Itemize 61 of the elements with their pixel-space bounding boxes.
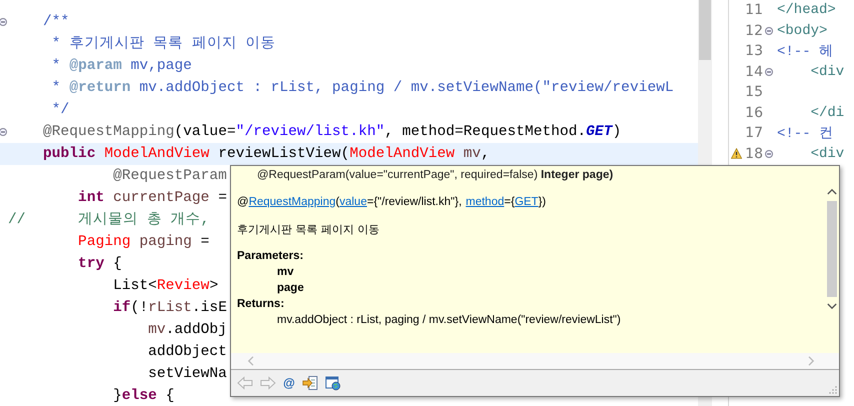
code-line: if(!rList.isE xyxy=(112,299,227,318)
code-line: <!-- 컨 xyxy=(776,125,834,142)
line-number: 16 xyxy=(744,104,763,121)
description-text: 후기게시판 목록 페이지 이동 xyxy=(237,222,380,238)
line-number: 18 xyxy=(744,146,763,162)
line-number: 11 xyxy=(744,2,763,18)
code-line: addObject xyxy=(147,343,227,362)
scrollbar-thumb[interactable] xyxy=(699,0,711,60)
scroll-down-icon[interactable] xyxy=(827,303,837,310)
section-heading: Returns: xyxy=(237,297,286,312)
code-line: <div xyxy=(810,64,844,80)
fold-icon[interactable] xyxy=(0,128,7,136)
link[interactable]: RequestMapping xyxy=(248,196,336,208)
line-number: 15 xyxy=(744,84,763,100)
fold-icon[interactable] xyxy=(765,68,773,76)
scroll-up-icon[interactable] xyxy=(827,188,837,195)
code-line: * @param mv,page xyxy=(50,57,192,76)
code-line: List<Review> xyxy=(112,277,218,296)
line-number: 17 xyxy=(744,125,763,142)
link[interactable]: method xyxy=(466,196,504,208)
code-line: /** xyxy=(42,13,70,32)
link[interactable]: GET xyxy=(514,196,538,208)
fold-icon[interactable] xyxy=(0,18,7,26)
line-number: 14 xyxy=(744,64,763,80)
section-item: mv.addObject : rList, paging / mv.setViewName("review/reviewList") xyxy=(277,314,621,326)
code-line: // 게시물의 총 개수, xyxy=(8,211,210,230)
code-line: <div xyxy=(810,146,844,162)
annotation-button[interactable]: @ xyxy=(283,376,295,390)
section-item: page xyxy=(277,282,304,294)
code-line: </di xyxy=(810,104,844,121)
browser-icon[interactable] xyxy=(324,375,341,391)
code-line: @RequestParam xyxy=(112,167,227,186)
code-line: }else { xyxy=(112,387,174,406)
code-line: Paging paging = xyxy=(77,233,210,252)
section-heading: Parameters: xyxy=(237,249,304,264)
code-line: setViewNa xyxy=(147,365,227,384)
annotation-text: }) xyxy=(538,196,546,208)
fold-icon[interactable] xyxy=(765,150,773,158)
annotation-text: ={ xyxy=(504,196,515,208)
annotation-text: ( xyxy=(336,196,340,208)
code-line: <!-- 헤 xyxy=(776,43,834,60)
signature-text: @RequestParam(value="currentPage", required=false) Integer page) xyxy=(256,168,614,182)
code-line: mv.addObj xyxy=(147,321,227,340)
code-line: @RequestMapping(value="/review/list.kh", method=RequestMethod.GET) xyxy=(42,123,622,142)
line-number: 13 xyxy=(744,43,763,60)
line-number: 12 xyxy=(744,22,763,39)
resize-grip-icon[interactable] xyxy=(829,386,837,394)
open-declaration-icon[interactable] xyxy=(302,375,318,391)
annotation-text: @ xyxy=(237,196,249,208)
code-line: <body> xyxy=(776,22,828,39)
code-line: int currentPage = xyxy=(77,189,227,208)
code-line: */ xyxy=(50,101,70,120)
code-line: </head> xyxy=(776,2,836,18)
code-line: * 후기게시판 목록 페이지 이동 xyxy=(50,35,276,54)
code-line: try { xyxy=(77,255,122,274)
link[interactable]: value xyxy=(339,196,367,208)
code-line: public ModelAndView reviewListView(ModelAndView mv, xyxy=(42,145,490,164)
fold-icon[interactable] xyxy=(765,26,773,35)
code-line: * @return mv.addObject : rList, paging / mv.setViewName("review/reviewL xyxy=(50,79,674,98)
section-item: mv xyxy=(277,266,294,278)
annotation-text: ={"/review/list.kh"}, xyxy=(366,196,462,208)
